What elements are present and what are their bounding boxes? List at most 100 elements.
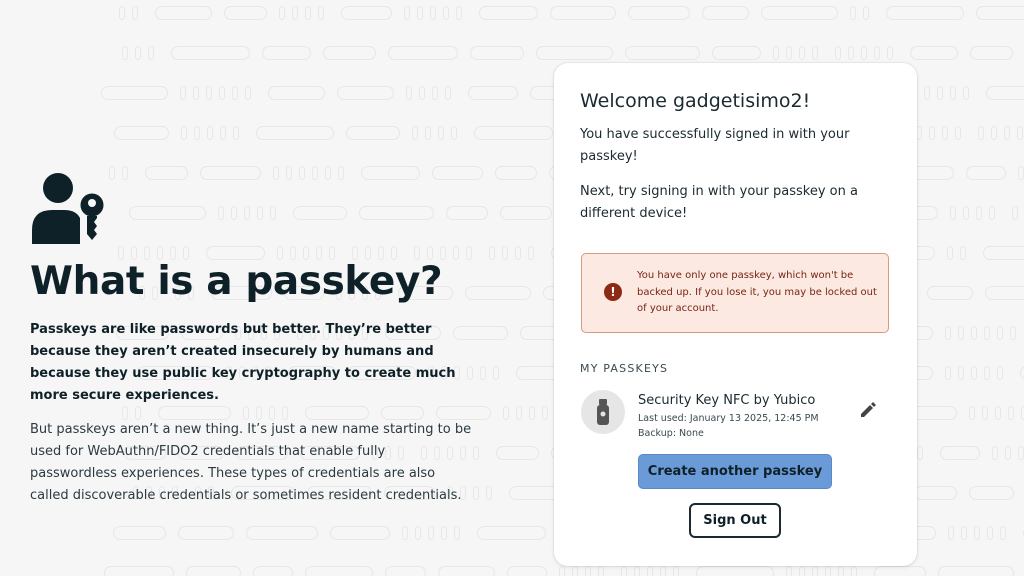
bg-tick (984, 326, 990, 340)
bg-pill (323, 46, 376, 60)
bg-pill (305, 566, 373, 576)
bg-pill (500, 206, 552, 220)
bg-pill (330, 526, 390, 540)
bg-pill (468, 86, 518, 100)
bg-tick (974, 526, 980, 540)
bg-tick (245, 86, 251, 100)
bg-tick (1005, 446, 1011, 460)
backup-warning: ! You have only one passkey, which won't… (581, 253, 889, 333)
bg-tick (887, 46, 893, 60)
bg-tick (958, 366, 964, 380)
bg-tick (402, 526, 408, 540)
bg-pill (966, 166, 1006, 180)
bg-tick (917, 446, 923, 460)
bg-pill (927, 286, 973, 300)
bg-pill (507, 566, 547, 576)
bg-tick (634, 566, 640, 576)
bg-tick (799, 566, 805, 576)
bg-tick (194, 126, 200, 140)
bg-tick (279, 6, 285, 20)
bg-tick (848, 46, 854, 60)
bg-tick (945, 326, 951, 340)
bg-tick (955, 126, 961, 140)
bg-pill (628, 6, 690, 20)
bg-pill (761, 6, 838, 20)
bg-tick (958, 326, 964, 340)
bg-tick (419, 86, 425, 100)
bg-tick (430, 6, 436, 20)
bg-pill (983, 246, 1024, 260)
my-passkeys-heading: MY PASSKEYS (580, 362, 669, 375)
bg-pill (479, 6, 538, 20)
bg-tick (441, 526, 447, 540)
bg-pill (914, 486, 957, 500)
bg-pill (940, 446, 980, 460)
bg-tick (119, 6, 125, 20)
bg-tick (976, 206, 982, 220)
bg-pill (910, 46, 958, 60)
bg-pill (874, 566, 926, 576)
bg-pill (496, 446, 539, 460)
bg-tick (947, 246, 953, 260)
bg-pill (969, 486, 1014, 500)
bg-tick (493, 366, 499, 380)
bg-tick (992, 446, 998, 460)
bg-pill (224, 6, 267, 20)
bg-tick (559, 566, 565, 576)
bg-tick (673, 566, 679, 576)
bg-tick (292, 6, 298, 20)
bg-tick (516, 406, 522, 420)
bg-pill (101, 86, 168, 100)
bg-tick (948, 526, 954, 540)
bg-pill (337, 86, 394, 100)
bg-pill (536, 46, 613, 60)
success-message: You have successfully signed in with you… (580, 127, 850, 164)
passkey-backup: Backup: None (638, 428, 704, 439)
page-title: What is a passkey? (30, 259, 443, 304)
bg-pill (470, 46, 524, 60)
bg-pill (495, 166, 537, 180)
bg-tick (961, 526, 967, 540)
bg-tick (1010, 326, 1016, 340)
bg-tick (415, 526, 421, 540)
bg-pill (696, 566, 774, 576)
bg-tick (318, 6, 324, 20)
create-passkey-button[interactable]: Create another passkey (638, 454, 832, 489)
bg-pill (268, 86, 325, 100)
bg-tick (456, 6, 462, 20)
edit-pencil-icon[interactable] (859, 401, 877, 419)
bg-tick (989, 206, 995, 220)
bg-tick (220, 126, 226, 140)
bg-tick (454, 526, 460, 540)
bg-pill (986, 86, 1024, 100)
bg-tick (799, 46, 805, 60)
bg-tick (1000, 526, 1006, 540)
bg-pill (985, 286, 1024, 300)
bg-tick (486, 486, 492, 500)
warning-text: You have only one passkey, which won't b… (637, 270, 877, 314)
bg-tick (838, 566, 844, 576)
bg-tick (219, 86, 225, 100)
bg-pill (113, 526, 166, 540)
bg-pill (155, 6, 212, 20)
bg-tick (572, 566, 578, 576)
bg-tick (232, 86, 238, 100)
bg-tick (193, 86, 199, 100)
bg-tick (850, 6, 856, 20)
bg-tick (950, 86, 956, 100)
bg-tick (489, 246, 495, 260)
sign-out-button[interactable]: Sign Out (689, 503, 781, 538)
bg-tick (786, 566, 792, 576)
bg-tick (443, 6, 449, 20)
bg-pill (341, 6, 392, 20)
bg-tick (207, 126, 213, 140)
bg-pill (712, 46, 761, 60)
welcome-heading: Welcome gadgetisimo2! (580, 90, 811, 112)
bg-tick (997, 326, 1003, 340)
lead-paragraph: Passkeys are like passwords but better. … (30, 322, 456, 403)
bg-pill (1020, 366, 1024, 380)
bg-tick (305, 6, 311, 20)
bg-tick (991, 126, 997, 140)
bg-pill (474, 126, 553, 140)
bg-tick (786, 46, 792, 60)
